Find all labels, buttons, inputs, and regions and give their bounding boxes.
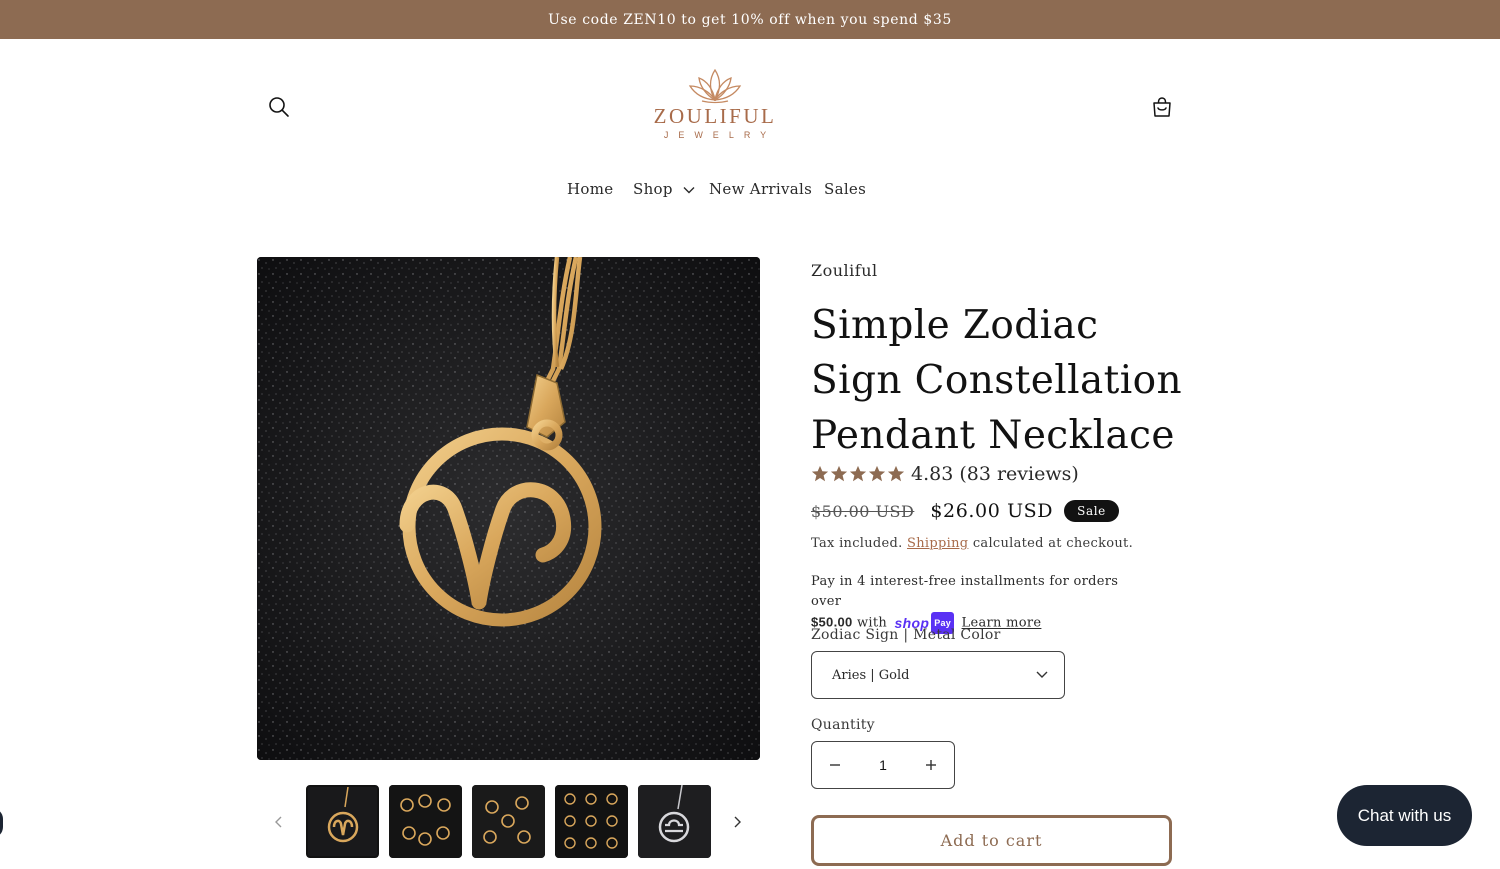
price-row: $50.00 USD $26.00 USD Sale: [811, 500, 1119, 522]
nav-home-label: Home: [567, 180, 614, 198]
star-icon: [811, 465, 829, 482]
cart-icon: [1153, 97, 1171, 117]
star-icon: [849, 465, 867, 482]
product-rating[interactable]: 4.83 (83 reviews): [811, 463, 1079, 485]
chevron-down-icon: [683, 187, 695, 194]
store-logo[interactable]: ZOULIFUL JEWELRY: [640, 66, 790, 146]
regular-price: $50.00 USD: [811, 501, 915, 521]
tax-note: Tax included. Shipping calculated at che…: [811, 536, 1133, 551]
chevron-down-icon: [1036, 671, 1048, 678]
product-thumbnail[interactable]: [472, 785, 545, 858]
thumbnail-gold-set-image: [389, 785, 462, 858]
star-icon: [868, 465, 886, 482]
thumbnail-silver-libra-image: [638, 785, 711, 858]
nav-sales-label: Sales: [824, 180, 867, 198]
variant-select[interactable]: Aries | Gold: [811, 651, 1065, 699]
plus-icon: [926, 760, 936, 770]
variant-label: Zodiac Sign | Metal Color: [811, 627, 1001, 643]
announcement-text: Use code ZEN10 to get 10% off when you s…: [548, 11, 952, 28]
rating-value: 4.83: [911, 463, 954, 485]
minus-icon: [830, 764, 840, 766]
search-icon: [269, 97, 289, 117]
nav-home[interactable]: Home: [567, 180, 613, 198]
product-thumbnail[interactable]: [306, 785, 379, 858]
side-widget-tab[interactable]: [0, 808, 3, 838]
thumbnail-prev-button[interactable]: [268, 810, 290, 834]
chevron-left-icon: [275, 816, 282, 828]
variant-select-value: Aries | Gold: [832, 667, 910, 683]
installments-text: Pay in 4 interest-free installments for …: [811, 574, 1119, 609]
search-button[interactable]: [266, 94, 292, 120]
thumbnail-gold-grid-image: [555, 785, 628, 858]
rating-reviews: (83 reviews): [959, 463, 1079, 485]
lotus-icon: [688, 68, 742, 104]
add-to-cart-button[interactable]: Add to cart: [811, 815, 1172, 866]
rating-stars: [811, 465, 905, 483]
chat-button[interactable]: Chat with us: [1337, 785, 1472, 846]
thumbnail-gold-circle-image: [472, 785, 545, 858]
tax-prefix: Tax included.: [811, 536, 903, 551]
chat-label: Chat with us: [1357, 805, 1452, 825]
add-to-cart-label: Add to cart: [940, 831, 1043, 850]
product-main-image[interactable]: [257, 257, 760, 760]
chevron-right-icon: [734, 816, 741, 828]
logo-subtitle: JEWELRY: [663, 130, 777, 140]
aries-necklace-image: [257, 257, 760, 760]
nav-sales[interactable]: Sales: [824, 180, 866, 198]
sale-price: $26.00 USD: [930, 500, 1054, 522]
installments-note: Pay in 4 interest-free installments for …: [811, 572, 1151, 634]
nav-new-arrivals[interactable]: New Arrivals: [709, 180, 812, 198]
thumbnail-aries-gold-image: [308, 787, 377, 856]
announcement-bar: Use code ZEN10 to get 10% off when you s…: [0, 0, 1500, 39]
product-thumbnail[interactable]: [638, 785, 711, 858]
product-thumbnail[interactable]: [389, 785, 462, 858]
sale-badge: Sale: [1064, 500, 1119, 522]
product-vendor: Zouliful: [811, 261, 878, 280]
quantity-stepper: 1: [811, 741, 955, 789]
cart-button[interactable]: [1149, 94, 1175, 120]
nav-new-arrivals-label: New Arrivals: [709, 180, 813, 198]
star-icon: [830, 465, 848, 482]
logo-wordmark: ZOULIFUL: [653, 104, 777, 128]
shipping-link[interactable]: Shipping: [907, 536, 968, 551]
product-title: Simple Zodiac Sign Constellation Pendant…: [811, 303, 1183, 458]
product-thumbnail[interactable]: [555, 785, 628, 858]
nav-shop-label: Shop: [633, 180, 673, 198]
quantity-decrease-button[interactable]: [812, 742, 858, 788]
tax-suffix: calculated at checkout.: [972, 536, 1134, 551]
quantity-input[interactable]: 1: [858, 757, 908, 773]
quantity-label: Quantity: [811, 717, 875, 733]
thumbnail-next-button[interactable]: [726, 810, 748, 834]
nav-shop[interactable]: Shop: [633, 180, 695, 198]
star-icon: [887, 465, 905, 482]
quantity-increase-button[interactable]: [908, 742, 954, 788]
